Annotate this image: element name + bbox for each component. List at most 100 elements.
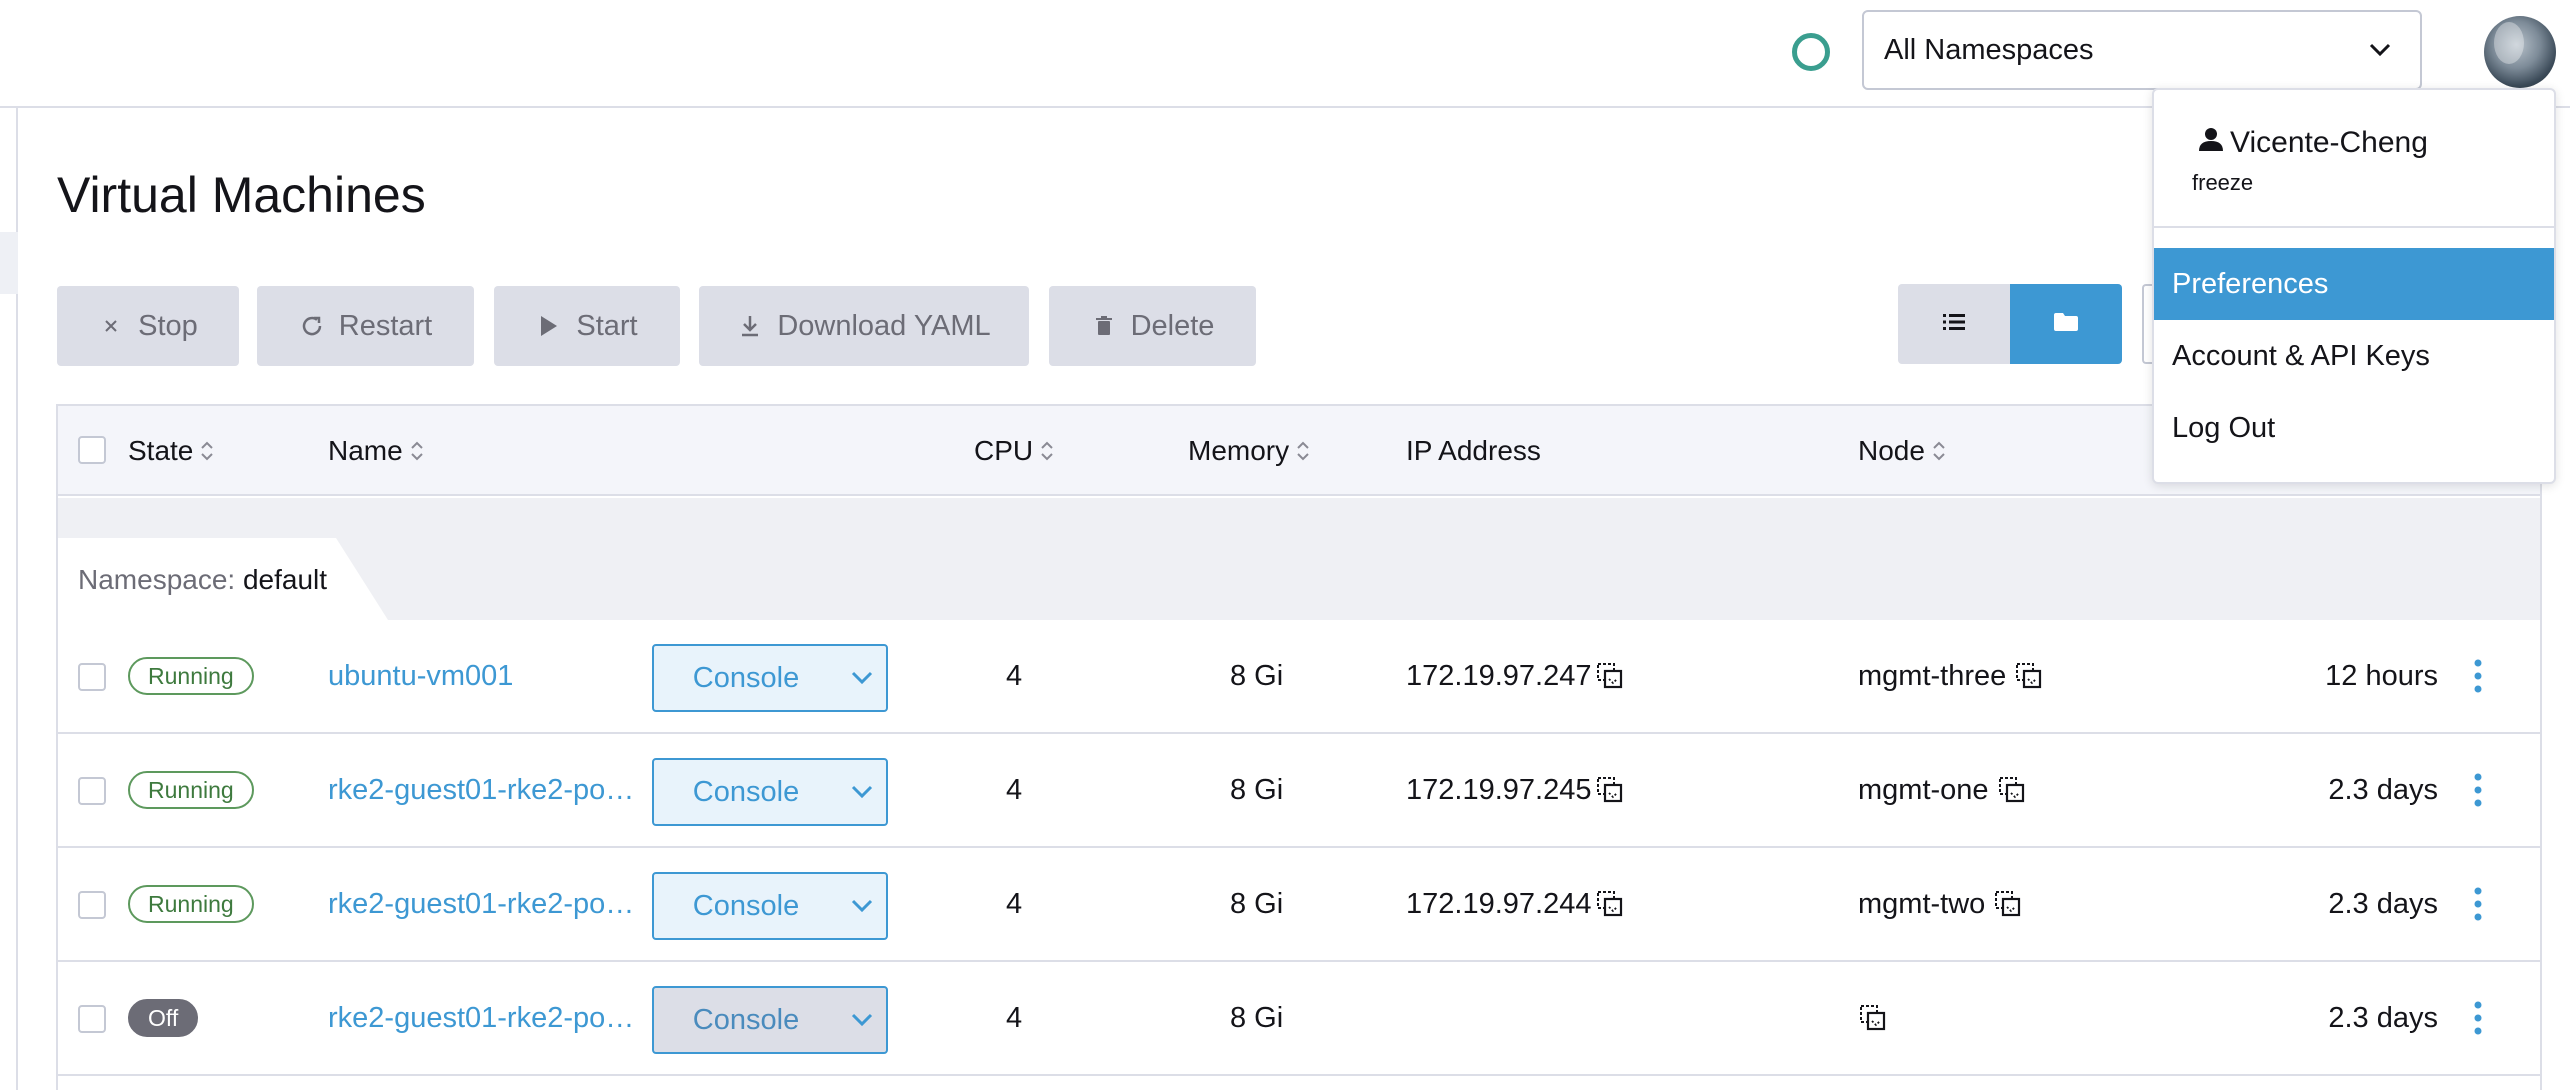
copy-icon[interactable] (1997, 775, 2027, 805)
table-row[interactable]: Running ubuntu-vm001 Console 4 8 Gi 172.… (58, 620, 2540, 734)
column-node-label: Node (1858, 435, 1925, 466)
menu-item-log-out[interactable]: Log Out (2154, 392, 2554, 464)
download-yaml-button[interactable]: Download YAML (699, 286, 1029, 366)
delete-button[interactable]: Delete (1049, 286, 1256, 366)
table-row[interactable]: Running rke2-guest01-rke2-pool… Console … (58, 734, 2540, 848)
group-label-prefix: Namespace: (78, 564, 236, 595)
sidebar-active-item[interactable] (0, 232, 18, 294)
column-node[interactable]: Node (1858, 406, 1947, 496)
menu-item-preferences[interactable]: Preferences (2154, 248, 2554, 320)
status-badge: Running (128, 885, 254, 923)
vm-name-link[interactable]: ubuntu-vm001 (328, 660, 513, 693)
column-cpu[interactable]: CPU (974, 406, 1055, 496)
connection-status-icon (1792, 33, 1830, 71)
column-ip-label: IP Address (1406, 435, 1541, 466)
kebab-menu-icon[interactable] (2468, 884, 2488, 924)
view-toggle (1898, 284, 2122, 364)
chevron-down-icon[interactable] (838, 760, 886, 824)
sort-icon (1931, 438, 1947, 464)
stop-button[interactable]: Stop (57, 286, 239, 366)
copy-icon[interactable] (1595, 889, 1625, 919)
start-button[interactable]: Start (494, 286, 680, 366)
column-ip-address: IP Address (1406, 406, 1541, 496)
trash-icon (1091, 313, 1117, 339)
copy-icon[interactable] (2014, 661, 2044, 691)
row-checkbox[interactable] (78, 1005, 106, 1033)
group-by-namespace-button[interactable] (2010, 284, 2122, 364)
table-row[interactable]: Off rke2-guest01-rke2-pool… Console 4 8 … (58, 962, 2540, 1076)
user-icon (2198, 126, 2224, 160)
namespace-select-value: All Namespaces (1884, 33, 2094, 66)
refresh-icon (299, 313, 325, 339)
row-checkbox[interactable] (78, 663, 106, 691)
menu-divider (2154, 226, 2554, 228)
copy-icon[interactable] (1993, 889, 2023, 919)
user-info: Vicente-Cheng (2198, 126, 2428, 160)
folder-icon (2053, 312, 2079, 337)
sort-icon (1039, 438, 1055, 464)
chevron-down-icon[interactable] (838, 646, 886, 710)
kebab-menu-icon[interactable] (2468, 770, 2488, 810)
cpu-value: 4 (1006, 887, 1023, 920)
ip-cell: 172.19.97.244 (1406, 848, 1625, 960)
vm-name-link[interactable]: rke2-guest01-rke2-pool… (328, 1002, 644, 1035)
row-checkbox[interactable] (78, 891, 106, 919)
copy-icon[interactable] (1595, 661, 1625, 691)
cpu-value: 4 (1006, 773, 1023, 806)
node-value: mgmt-two (1858, 887, 1986, 920)
ip-value: 172.19.97.244 (1406, 887, 1592, 920)
console-button[interactable]: Console (652, 872, 888, 940)
close-icon (98, 313, 124, 339)
chevron-down-icon (2360, 30, 2400, 70)
node-cell: mgmt-one (1858, 734, 2027, 846)
console-button[interactable]: Console (652, 644, 888, 712)
column-name[interactable]: Name (328, 406, 425, 496)
age-value: 2.3 days (2328, 887, 2438, 920)
cpu-value: 4 (1006, 1001, 1023, 1034)
ip-cell: 172.19.97.247 (1406, 620, 1625, 732)
column-memory[interactable]: Memory (1188, 406, 1311, 496)
chevron-down-icon[interactable] (838, 874, 886, 938)
vm-name-link[interactable]: rke2-guest01-rke2-pool… (328, 774, 644, 807)
user-avatar[interactable] (2484, 16, 2556, 88)
column-cpu-label: CPU (974, 435, 1034, 466)
console-label: Console (692, 889, 800, 922)
console-label: Console (692, 661, 800, 694)
group-label-value: default (242, 564, 328, 595)
console-label: Console (692, 1003, 800, 1036)
copy-icon[interactable] (1595, 775, 1625, 805)
select-all-checkbox[interactable] (78, 436, 106, 464)
user-status: freeze (2192, 170, 2254, 195)
memory-value: 8 Gi (1230, 773, 1284, 806)
table-row[interactable]: Running rke2-guest01-rke2-pool… Console … (58, 848, 2540, 962)
column-state-label: State (128, 435, 194, 466)
ip-value: 172.19.97.245 (1406, 773, 1592, 806)
console-button[interactable]: Console (652, 986, 888, 1054)
download-yaml-label: Download YAML (777, 309, 991, 342)
column-memory-label: Memory (1188, 435, 1290, 466)
node-cell: mgmt-two (1858, 848, 2023, 960)
column-name-label: Name (328, 435, 403, 466)
row-checkbox[interactable] (78, 777, 106, 805)
age-value: 12 hours (2325, 659, 2438, 692)
copy-icon[interactable] (1858, 1003, 1888, 1033)
console-button[interactable]: Console (652, 758, 888, 826)
ip-cell: 172.19.97.245 (1406, 734, 1625, 846)
namespace-select[interactable]: All Namespaces (1862, 10, 2422, 90)
chevron-down-icon[interactable] (838, 988, 886, 1052)
list-icon (1943, 313, 1965, 336)
play-icon (536, 313, 562, 339)
kebab-menu-icon[interactable] (2468, 998, 2488, 1038)
menu-item-account-api-keys[interactable]: Account & API Keys (2154, 320, 2554, 392)
delete-button-label: Delete (1130, 309, 1215, 342)
username: Vicente-Cheng (2230, 126, 2428, 159)
memory-value: 8 Gi (1230, 659, 1284, 692)
kebab-menu-icon[interactable] (2468, 656, 2488, 696)
page-title: Virtual Machines (57, 167, 426, 223)
column-state[interactable]: State (128, 406, 215, 496)
start-button-label: Start (576, 309, 638, 342)
vm-name-link[interactable]: rke2-guest01-rke2-pool… (328, 888, 644, 921)
list-view-button[interactable] (1898, 284, 2010, 364)
restart-button[interactable]: Restart (257, 286, 474, 366)
node-value: mgmt-three (1858, 659, 2007, 692)
